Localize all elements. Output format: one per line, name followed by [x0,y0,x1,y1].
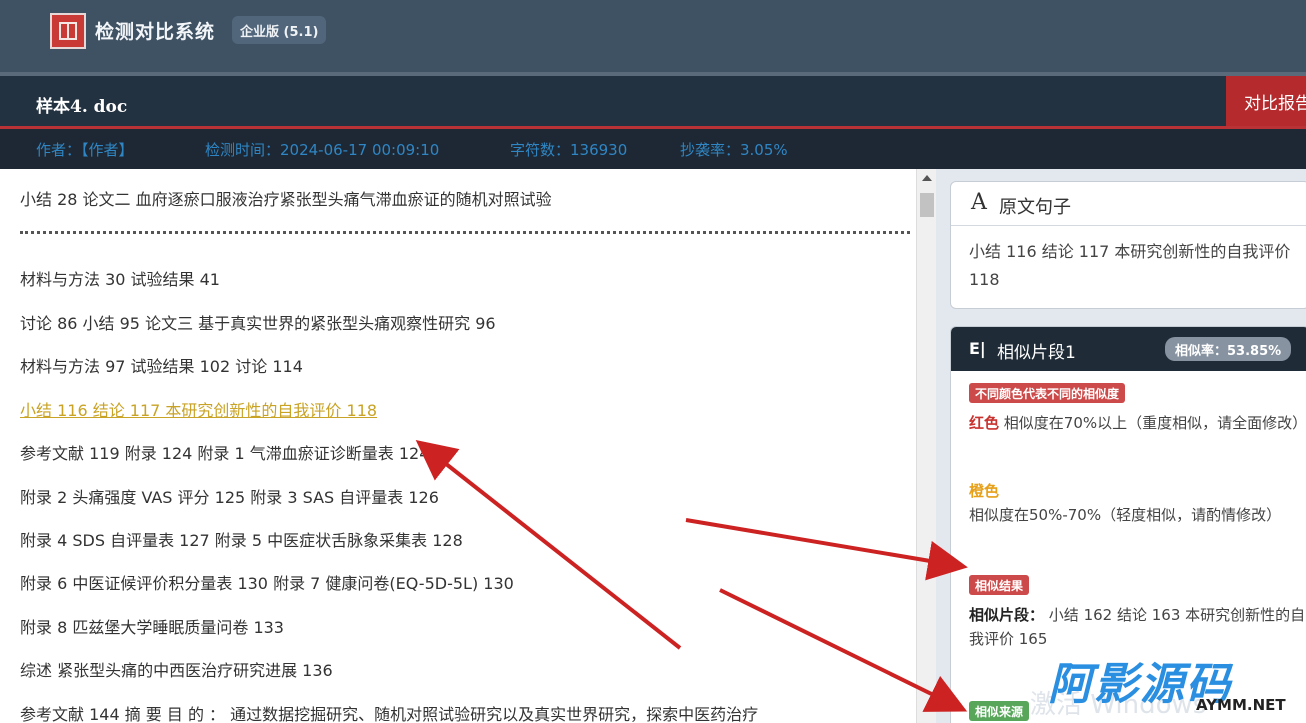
original-card-header: A 原文句子 [951,182,1306,226]
orange-keyword: 橙色 [969,482,1000,500]
edition-badge: 企业版 (5.1) [232,16,327,44]
red-description: 相似度在70%以上（重度相似，请全面修改） [1003,414,1306,432]
content-line: 材料与方法 30 试验结果 41 [20,270,220,289]
bar-chart-icon: E| [969,339,986,358]
content-line: 附录 4 SDS 自评量表 127 附录 5 中医症状舌脉象采集表 128 [20,531,463,550]
legend-red: 红色 相似度在70%以上（重度相似，请全面修改） [969,411,1306,435]
document-title: 样本4. doc [36,97,128,117]
similar-card-header: E| 相似片段1 相似率：53.85% [951,327,1306,371]
compare-report-button[interactable]: 对比报告 [1226,76,1306,128]
original-sentence-card: A 原文句子 小结 116 结论 117 本研究创新性的自我评价 118 [950,181,1306,309]
app-logo-icon [50,13,86,49]
dotted-leader [20,231,910,234]
orange-description: 相似度在50%-70%（轻度相似，请酌情修改） [969,506,1282,524]
content-line: 附录 2 头痛强度 VAS 评分 125 附录 3 SAS 自评量表 126 [20,488,439,507]
brand-watermark: 阿影源码 AYMM.NET [1048,648,1298,720]
scroll-up-icon[interactable] [922,175,932,181]
red-keyword: 红色 [969,414,1000,432]
content-line: 讨论 86 小结 95 论文三 基于真实世界的紧张型头痛观察性研究 96 [20,314,496,333]
content-line: 参考文献 144 摘 要 目 的 ： 通过数据挖掘研究、随机对照试验研究以及真实… [20,705,759,723]
brand-url: AYMM.NET [1196,696,1286,714]
content-line: 材料与方法 97 试验结果 102 讨论 114 [20,357,303,376]
top-header: 检测对比系统 企业版 (5.1) [0,0,1306,72]
source-tag: 相似来源 [969,701,1030,721]
result-tag: 相似结果 [969,575,1030,595]
document-content[interactable]: 小结 28 论文二 血府逐瘀口服液治疗紧张型头痛气滞血瘀证的随机对照试验 材料与… [0,169,916,723]
legend-tag: 不同颜色代表不同的相似度 [969,383,1126,403]
meta-rate: 抄袭率：3.05% [680,141,788,159]
fragment-label: 相似片段： [969,606,1045,624]
similar-fragment: 相似片段： 小结 162 结论 163 本研究创新性的自我评价 165 [969,603,1306,651]
content-line: 参考文献 119 附录 124 附录 1 气滞血瘀证诊断量表 124 [20,444,430,463]
content-line: 附录 6 中医证候评价积分量表 130 附录 7 健康问卷(EQ-5D-5L) … [20,574,514,593]
text-a-icon: A [971,190,987,215]
meta-bar: 作者：【作者】 检测时间：2024-06-17 00:09:10 字符数：136… [0,129,1306,169]
original-card-title: 原文句子 [999,197,1071,218]
similarity-rate-badge: 相似率：53.85% [1165,337,1292,361]
meta-chars: 字符数：136930 [510,141,628,159]
similar-card-title: 相似片段1 [997,343,1076,363]
content-line: 综述 紧张型头痛的中西医治疗研究进展 136 [20,661,333,680]
highlighted-sentence[interactable]: 小结 116 结论 117 本研究创新性的自我评价 118 [20,397,377,421]
app-title: 检测对比系统 [95,21,216,43]
side-panel: A 原文句子 小结 116 结论 117 本研究创新性的自我评价 118 E| … [936,169,1306,723]
document-bar: 样本4. doc 对比报告 [0,72,1306,128]
meta-time: 检测时间：2024-06-17 00:09:10 [205,141,440,159]
meta-author: 作者：【作者】 [36,141,134,159]
content-line: 小结 28 论文二 血府逐瘀口服液治疗紧张型头痛气滞血瘀证的随机对照试验 [20,190,552,209]
legend-orange: 橙色 相似度在50%-70%（轻度相似，请酌情修改） [969,479,1306,527]
original-sentence-text: 小结 116 结论 117 本研究创新性的自我评价 118 [969,242,1291,289]
scroll-thumb[interactable] [920,193,934,217]
content-scrollbar[interactable] [916,169,936,723]
content-line: 附录 8 匹兹堡大学睡眠质量问卷 133 [20,618,284,637]
